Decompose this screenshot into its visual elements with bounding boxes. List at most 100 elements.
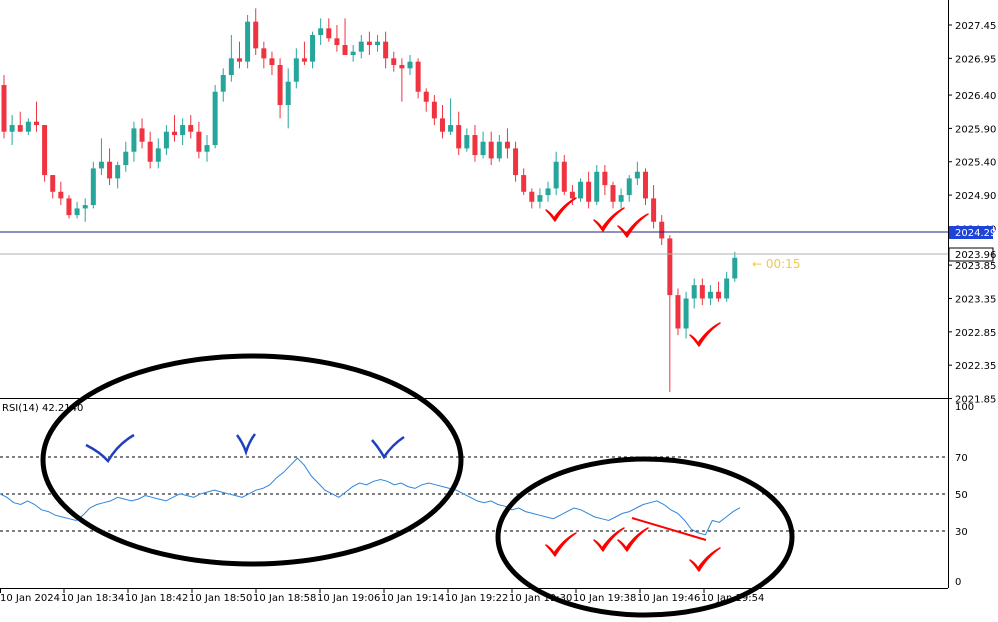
price-tick-label: 2027.45: [955, 21, 996, 32]
candle-body: [82, 205, 88, 209]
candle-body: [431, 101, 437, 119]
candle-body: [561, 161, 567, 192]
rsi-tick-label: 0: [955, 577, 961, 588]
candle-body: [245, 21, 251, 62]
candle-body: [513, 148, 519, 176]
candle-body: [334, 38, 340, 46]
candle-body: [50, 175, 56, 192]
candle: [245, 14, 251, 69]
candle-body: [147, 141, 153, 162]
candle-body: [123, 151, 129, 166]
candle-body: [545, 188, 551, 196]
candle-body: [261, 48, 267, 59]
candle-body: [391, 58, 397, 66]
candle-body: [188, 125, 194, 132]
candle-body: [107, 161, 113, 179]
candle-body: [407, 61, 413, 69]
candle-body: [342, 45, 348, 56]
candle-body: [33, 121, 39, 126]
candle-body: [285, 81, 291, 106]
candle-body: [269, 58, 275, 66]
candle-body: [659, 221, 665, 239]
time-tick-label: 10 Jan 18:50: [189, 593, 252, 604]
candle-body: [724, 278, 730, 299]
price-tick-label: 2024.90: [955, 191, 996, 202]
candle-body: [253, 21, 259, 49]
candle-body: [399, 65, 405, 69]
candle-body: [310, 35, 316, 62]
candle-body: [375, 41, 381, 46]
candle-body: [610, 185, 616, 202]
time-tick-label: 10 Jan 18:42: [125, 593, 188, 604]
candle-body: [521, 175, 527, 192]
candle-body: [98, 161, 104, 169]
trading-chart-window: ← 00:15 2027.45 2026.95 2026.40 2025.90 2025…: [0, 0, 998, 618]
candle-body: [115, 165, 121, 179]
price-tick-label: 2026.40: [955, 91, 996, 102]
candle-body: [586, 181, 592, 202]
price-level-tag-text: 2024.29: [955, 228, 996, 239]
candle-body: [602, 171, 608, 186]
candle-body: [626, 178, 632, 196]
price-tick-label: 2022.85: [955, 328, 996, 339]
candle-body: [9, 125, 15, 132]
candle-body: [366, 41, 372, 46]
candle: [66, 195, 72, 219]
candle-body: [423, 91, 429, 102]
price-tick-label: 2025.40: [955, 158, 996, 169]
candle-body: [172, 131, 178, 136]
candle-body: [675, 295, 681, 329]
candle-body: [228, 58, 234, 76]
candle-body: [439, 118, 445, 132]
candle-body: [358, 41, 364, 52]
rsi-tick-label: 100: [955, 402, 974, 413]
candle-body: [277, 65, 283, 106]
candle: [90, 161, 96, 209]
time-tick-label: 10 Jan 19:38: [573, 593, 636, 604]
price-tick-label: 2026.95: [955, 54, 996, 65]
candle-body: [163, 131, 169, 149]
time-tick-label: 10 Jan 2024: [0, 593, 60, 604]
price-tick-label: 2025.90: [955, 124, 996, 135]
chart-canvas[interactable]: ← 00:15 2027.45 2026.95 2026.40 2025.90 2025…: [0, 0, 998, 618]
candle: [42, 125, 48, 182]
time-tick-label: 10 Jan 18:58: [253, 593, 316, 604]
candle-body: [236, 58, 242, 62]
candle-body: [17, 125, 23, 132]
candle-body: [529, 191, 535, 202]
time-tick-label: 10 Jan 18:34: [61, 593, 124, 604]
candle-body: [293, 58, 299, 82]
rsi-tick-label: 50: [955, 490, 968, 501]
candle-body: [42, 125, 48, 176]
rsi-tick-label: 70: [955, 453, 968, 464]
candle: [212, 85, 218, 149]
candle-body: [220, 75, 226, 92]
candle-body: [90, 168, 96, 206]
candle-body: [318, 28, 324, 36]
candle-body: [496, 141, 502, 159]
candle-body: [196, 131, 202, 152]
candle-body: [204, 145, 210, 152]
candle-body: [58, 191, 64, 199]
candle-body: [691, 285, 697, 299]
candle-body: [578, 181, 584, 199]
candle-body: [642, 171, 648, 199]
candle-body: [683, 298, 689, 329]
candle-body: [180, 125, 186, 136]
time-tick-label: 10 Jan 19:06: [317, 593, 380, 604]
candle-body: [537, 195, 543, 202]
price-tick-label: 2023.85: [955, 261, 996, 272]
candle-body: [716, 291, 722, 299]
rsi-tick-label: 30: [955, 527, 968, 538]
candle-body: [707, 291, 713, 299]
candle-body: [732, 257, 738, 279]
candle-body: [464, 135, 470, 149]
candle-body: [569, 191, 575, 199]
candle-body: [594, 171, 600, 202]
candle-body: [131, 128, 137, 152]
candle-body: [383, 41, 389, 59]
time-tick-label: 10 Jan 19:46: [637, 593, 700, 604]
candle-body: [415, 61, 421, 92]
price-tick-label: 2023.35: [955, 294, 996, 305]
candle-body: [350, 51, 356, 56]
